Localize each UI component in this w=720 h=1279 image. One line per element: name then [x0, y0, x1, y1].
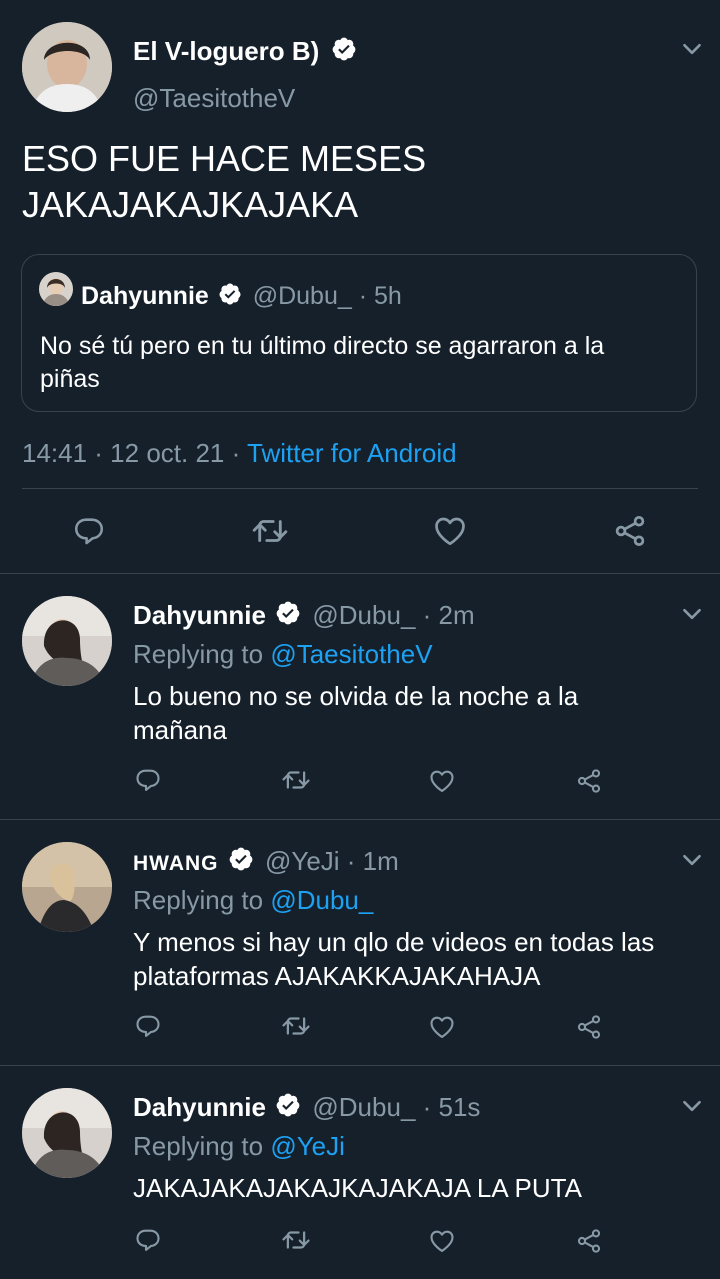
retweet-icon[interactable]	[281, 765, 311, 795]
avatar[interactable]	[22, 22, 112, 112]
divider	[0, 573, 720, 574]
chevron-down-icon[interactable]	[679, 36, 705, 62]
verified-icon	[218, 282, 242, 306]
display-name[interactable]: El V-loguero B)	[133, 36, 319, 66]
author-row: Dahyunnie @Dubu_ · 51s	[133, 1092, 480, 1123]
chevron-down-icon[interactable]	[679, 601, 705, 627]
verified-icon	[275, 1092, 301, 1118]
avatar[interactable]	[22, 1088, 112, 1178]
verified-icon	[275, 600, 301, 626]
share-icon[interactable]	[575, 1013, 603, 1041]
replying-to: Replying to @TaesitotheV	[133, 639, 433, 670]
divider	[0, 819, 720, 820]
replying-to-link[interactable]: @Dubu_	[270, 885, 373, 915]
like-icon[interactable]	[432, 513, 468, 549]
handle[interactable]: @TaesitotheV	[133, 83, 295, 114]
replying-prefix: Replying to	[133, 1131, 264, 1161]
author-row: HWANG @YeJi · 1m	[133, 846, 399, 877]
share-icon[interactable]	[575, 1227, 603, 1255]
timestamp: 14:41 · 12 oct. 21 ·	[22, 438, 241, 468]
replying-to: Replying to @Dubu_	[133, 885, 373, 916]
avatar[interactable]	[22, 842, 112, 932]
retweet-icon[interactable]	[251, 512, 289, 550]
verified-icon	[331, 36, 357, 62]
avatar[interactable]	[22, 596, 112, 686]
replying-prefix: Replying to	[133, 885, 264, 915]
handle-time: @YeJi · 1m	[264, 846, 399, 876]
like-icon[interactable]	[428, 767, 456, 795]
like-icon[interactable]	[428, 1227, 456, 1255]
quoted-author-row: Dahyunnie @Dubu_ · 5h	[81, 282, 402, 311]
retweet-icon[interactable]	[281, 1225, 311, 1255]
share-icon[interactable]	[575, 767, 603, 795]
reply-icon[interactable]	[134, 1226, 162, 1254]
quoted-text-line-1: No sé tú pero en tu último directo se ag…	[40, 332, 605, 360]
display-name[interactable]: Dahyunnie	[133, 1092, 266, 1122]
display-name[interactable]: HWANG	[133, 852, 219, 875]
reply-icon[interactable]	[72, 514, 106, 548]
replying-to-link[interactable]: @TaesitotheV	[270, 639, 432, 669]
avatar	[39, 272, 73, 306]
like-icon[interactable]	[428, 1013, 456, 1041]
share-icon[interactable]	[612, 513, 648, 549]
reply-icon[interactable]	[134, 1012, 162, 1040]
divider	[0, 1065, 720, 1066]
replying-to-link[interactable]: @YeJi	[270, 1131, 345, 1161]
tweet-text-line-1: ESO FUE HACE MESES	[22, 138, 427, 179]
tweet-text-line-2: plataformas AJAKAKKAJAKAHAJA	[133, 961, 541, 991]
replying-prefix: Replying to	[133, 639, 264, 669]
quoted-handle-time: @Dubu_ · 5h	[252, 282, 402, 310]
reply-icon[interactable]	[134, 766, 162, 794]
handle-time: @Dubu_ · 51s	[312, 1092, 481, 1122]
chevron-down-icon[interactable]	[679, 1093, 705, 1119]
retweet-icon[interactable]	[281, 1011, 311, 1041]
quoted-text-line-2: piñas	[40, 365, 100, 393]
divider	[22, 488, 698, 489]
handle-time: @Dubu_ · 2m	[312, 600, 475, 630]
tweet-text-line-1: Y menos si hay un qlo de videos en todas…	[133, 927, 655, 957]
tweet-text-line-1: JAKAJAKAJAKAJKAJAKAJA LA PUTA	[133, 1173, 582, 1203]
chevron-down-icon[interactable]	[679, 847, 705, 873]
quoted-display-name[interactable]: Dahyunnie	[81, 282, 209, 310]
tweet-text-line-2: JAKAJAKAJKAJAKA	[22, 184, 359, 225]
verified-icon	[228, 846, 254, 872]
author-row: El V-loguero B)	[133, 36, 357, 67]
display-name[interactable]: Dahyunnie	[133, 600, 266, 630]
tweet-text-line-2: mañana	[133, 715, 227, 745]
tweet-text-line-1: Lo bueno no se olvida de la noche a la	[133, 681, 579, 711]
author-row: Dahyunnie @Dubu_ · 2m	[133, 600, 475, 631]
replying-to: Replying to @YeJi	[133, 1131, 345, 1162]
source-link[interactable]: Twitter for Android	[247, 438, 457, 468]
timestamp-row: 14:41 · 12 oct. 21 · Twitter for Android	[22, 438, 457, 469]
